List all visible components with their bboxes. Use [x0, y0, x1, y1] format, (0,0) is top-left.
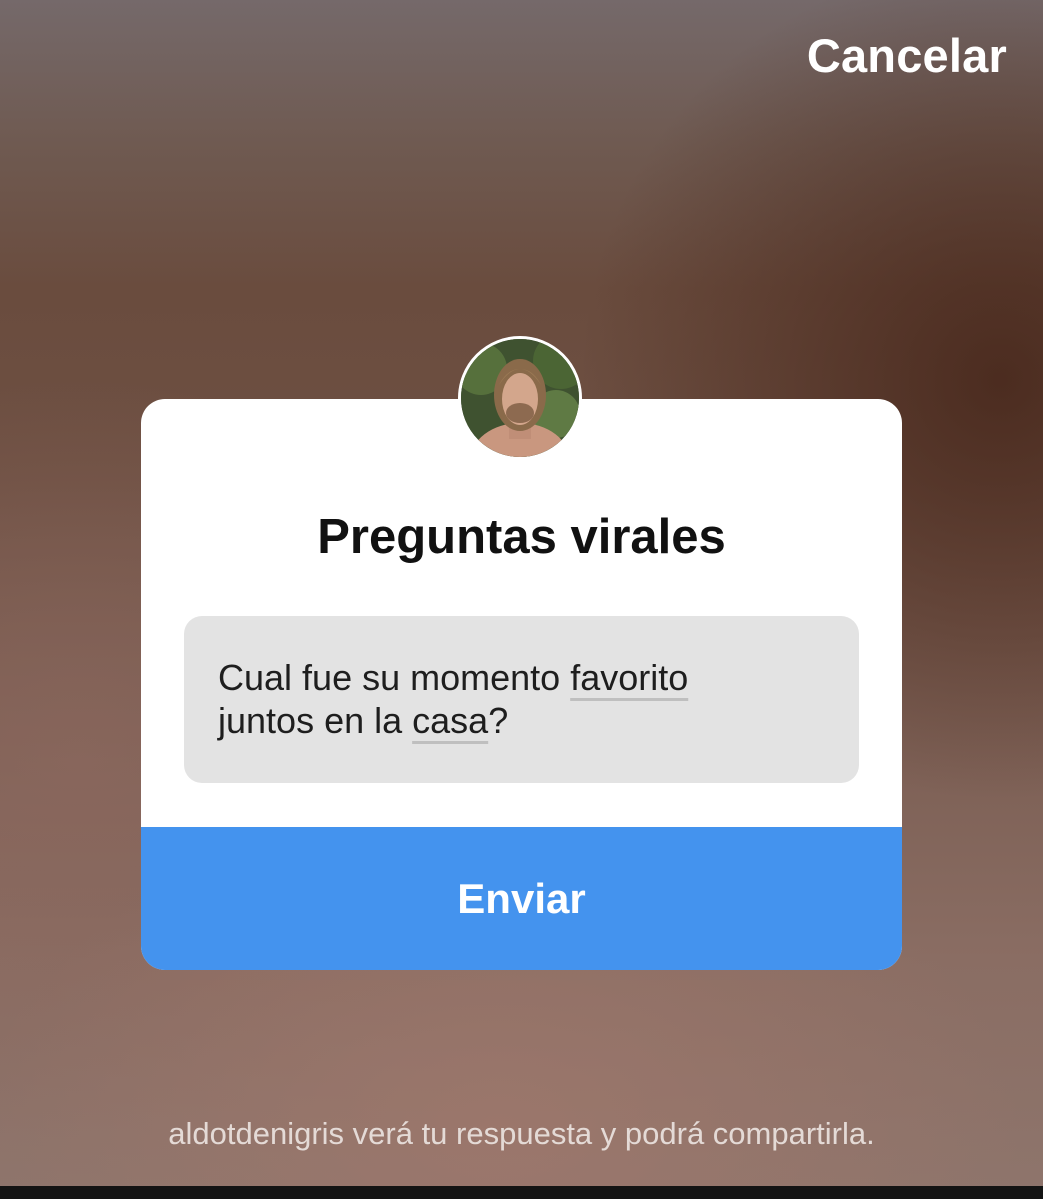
send-button[interactable]: Enviar — [141, 827, 902, 970]
avatar — [458, 336, 582, 460]
question-card: Preguntas virales Cual fue su momento fa… — [141, 399, 902, 970]
answer-text-part: Cual fue su momento — [218, 657, 571, 698]
answer-text-part: juntos en la — [218, 700, 413, 741]
answer-input[interactable]: Cual fue su momento favorito juntos en l… — [184, 616, 859, 783]
answer-text-part: ? — [488, 700, 509, 741]
card-title: Preguntas virales — [317, 510, 726, 564]
answer-text-underlined-word: casa — [412, 700, 489, 741]
answer-text-underlined-word: favorito — [570, 657, 689, 698]
avatar-photo-icon — [461, 339, 579, 457]
cancel-button[interactable]: Cancelar — [807, 28, 1007, 83]
privacy-note: aldotdenigris verá tu respuesta y podrá … — [168, 1116, 875, 1151]
bottom-bar — [0, 1186, 1043, 1199]
